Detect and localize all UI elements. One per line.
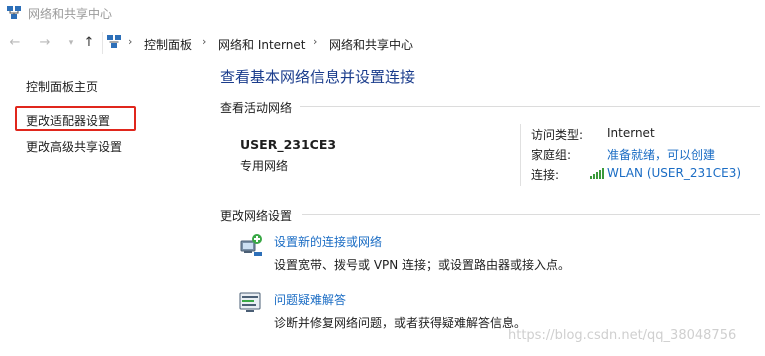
section-divider <box>300 106 760 107</box>
breadcrumb-separator: › <box>313 35 318 48</box>
breadcrumb-control-panel[interactable]: 控制面板 <box>144 36 192 53</box>
sidebar-item-control-panel-home[interactable]: 控制面板主页 <box>26 78 98 95</box>
network-center-icon <box>107 35 121 48</box>
breadcrumb-network-internet[interactable]: 网络和 Internet <box>218 36 305 53</box>
network-center-icon <box>7 6 21 19</box>
breadcrumb-network-center[interactable]: 网络和共享中心 <box>329 36 413 53</box>
connection-link[interactable]: WLAN (USER_231CE3) <box>607 166 741 180</box>
new-connection-icon <box>240 234 262 256</box>
network-type: 专用网络 <box>240 159 289 173</box>
access-type-value: Internet <box>607 126 655 140</box>
section-heading-change-settings: 更改网络设置 <box>220 209 293 223</box>
breadcrumb-separator: › <box>202 35 207 48</box>
watermark: https://blog.csdn.net/qq_38048756 <box>508 328 737 343</box>
breadcrumb-separator: › <box>128 35 133 48</box>
section-divider <box>302 214 760 215</box>
setup-connection-link[interactable]: 设置新的连接或网络 <box>274 233 382 250</box>
troubleshoot-description: 诊断并修复网络问题，或者获得疑难解答信息。 <box>274 316 527 330</box>
connection-label: 连接: <box>531 168 560 182</box>
setup-connection-description: 设置宽带、拨号或 VPN 连接；或设置路由器或接入点。 <box>274 258 571 272</box>
page-title: 查看基本网络信息并设置连接 <box>220 68 416 86</box>
sidebar-item-advanced-sharing[interactable]: 更改高级共享设置 <box>26 138 122 155</box>
sidebar-item-change-adapter[interactable]: 更改适配器设置 <box>26 112 110 129</box>
troubleshoot-icon <box>239 292 261 312</box>
troubleshoot-link[interactable]: 问题疑难解答 <box>274 291 346 308</box>
section-heading-active-networks: 查看活动网络 <box>220 101 293 115</box>
forward-arrow-icon[interactable]: → <box>38 36 52 50</box>
wifi-signal-icon <box>590 168 604 179</box>
up-arrow-icon[interactable]: ↑ <box>82 36 96 50</box>
back-arrow-icon[interactable]: ← <box>8 36 22 50</box>
homegroup-link[interactable]: 准备就绪，可以创建 <box>607 146 715 163</box>
chevron-down-icon[interactable]: ▾ <box>64 36 78 50</box>
access-type-label: 访问类型: <box>531 128 584 142</box>
window-title: 网络和共享中心 <box>28 7 113 21</box>
network-name: USER_231CE3 <box>240 137 337 152</box>
homegroup-label: 家庭组: <box>531 148 572 162</box>
title-bar <box>0 0 765 26</box>
vertical-divider <box>520 124 521 186</box>
